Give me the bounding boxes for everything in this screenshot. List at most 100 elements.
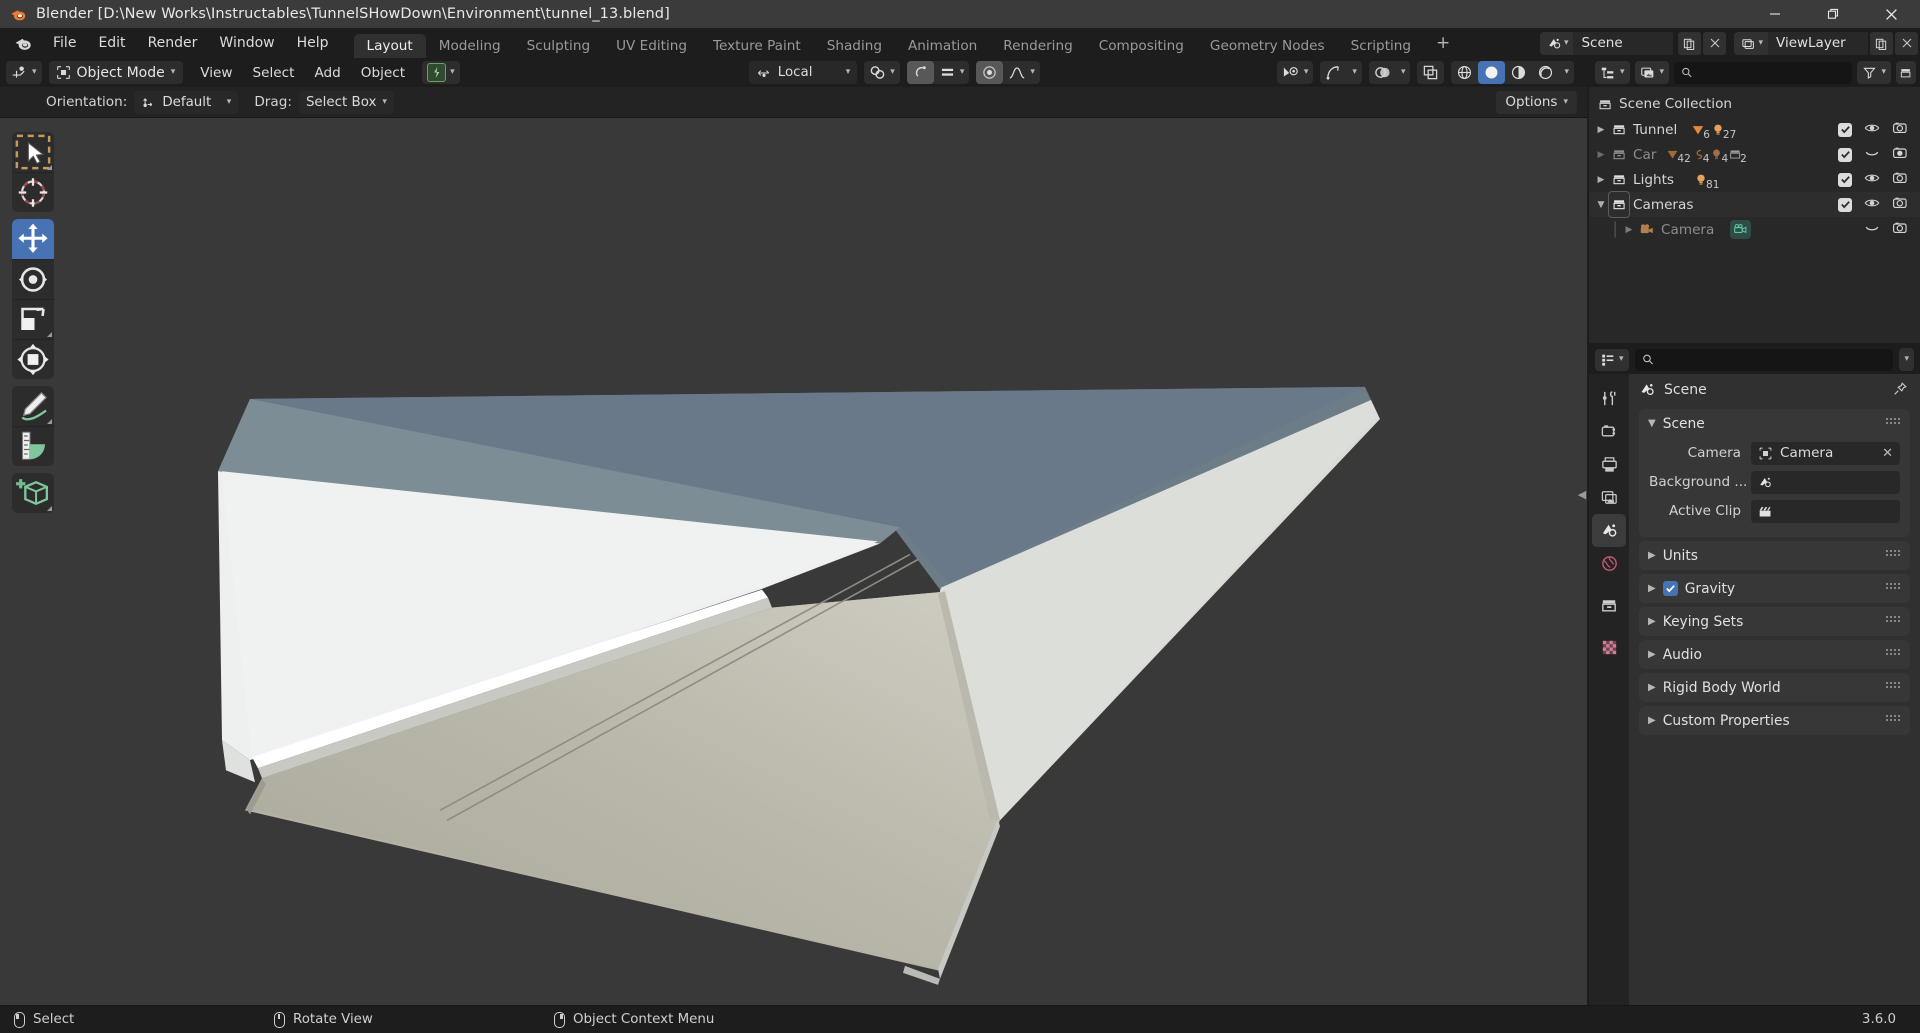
show-gizmo-icon[interactable] [1320,61,1347,84]
blender-menu-icon[interactable] [12,32,34,54]
object-mode-dropdown[interactable]: Object Mode ▾ [48,61,184,84]
outliner-row-car[interactable]: ▶ Car 42 4 4 2 [1589,142,1920,167]
panel-drag-grip[interactable] [1886,649,1900,655]
workspace-tab-scripting[interactable]: Scripting [1338,34,1424,58]
outliner-search-input[interactable] [1697,65,1846,80]
transform-orientation-group[interactable]: Local ▾ [748,61,858,84]
properties-editor-type-icon[interactable]: ▾ [1595,348,1629,371]
maximize-button[interactable] [1804,0,1862,28]
gravity-checkbox[interactable] [1662,581,1678,596]
menu-edit[interactable]: Edit [87,28,136,58]
outliner-row-lights[interactable]: ▶ Lights 81 [1589,167,1920,192]
tool-transform[interactable] [12,339,54,379]
proportional-shape-group[interactable]: ▾ [976,61,1040,84]
tool-rotate[interactable] [12,259,54,299]
panel-drag-grip[interactable] [1886,583,1900,589]
new-view-layer-button[interactable] [1870,31,1893,55]
workspace-tab-rendering[interactable]: Rendering [990,34,1085,58]
mode-extras-group[interactable]: ▾ [422,61,460,84]
tool-scale[interactable] [12,299,54,339]
outliner-row-camera-object[interactable]: │ ▶ Camera [1589,217,1920,242]
panel-drag-grip[interactable] [1886,616,1900,622]
panel-units-header[interactable]: ▶ Units [1639,541,1910,570]
checkbox-enable[interactable] [1838,122,1852,137]
view-layer-browse-button[interactable]: ▾ [1734,31,1768,55]
add-workspace-button[interactable]: + [1424,28,1462,58]
eye-closed-icon[interactable] [1864,145,1880,165]
viewport-shading-group[interactable]: ▾ [1451,61,1574,84]
panel-rigid-body-world-header[interactable]: ▶ Rigid Body World [1639,673,1910,702]
orientation-dropdown[interactable]: Default ▾ [134,90,239,114]
drag-dropdown[interactable]: Select Box ▾ [298,90,394,114]
camera-render-icon[interactable] [1892,195,1908,215]
tool-tweak-select[interactable] [12,132,54,172]
falloff-curve-icon[interactable]: ▾ [1003,61,1040,84]
editor-type-3dview-icon[interactable]: ▾ [6,61,42,84]
panel-scene-header[interactable]: ▼ Scene [1639,409,1910,438]
shading-material-preview-icon[interactable] [1505,61,1532,84]
properties-tab-view-layer[interactable] [1592,481,1626,514]
workspace-tab-animation[interactable]: Animation [895,34,990,58]
workspace-tab-uv-editing[interactable]: UV Editing [603,34,700,58]
panel-gravity-header[interactable]: ▶ Gravity [1639,574,1910,603]
tool-add-cube[interactable] [12,473,54,513]
eye-closed-icon[interactable] [1864,220,1880,240]
disclosure-triangle-icon[interactable]: ▶ [1593,117,1609,142]
properties-tab-scene[interactable] [1592,514,1626,547]
workspace-tab-compositing[interactable]: Compositing [1086,34,1197,58]
clear-camera-icon[interactable]: ✕ [1882,446,1893,461]
overlays-dropdown[interactable]: ▾ [1396,61,1411,84]
tool-annotate[interactable] [12,386,54,426]
properties-search-box[interactable] [1634,348,1894,371]
outliner-display-mode-icon[interactable]: ▾ [1634,61,1670,84]
tool-cursor[interactable] [12,172,54,212]
disclosure-triangle-icon[interactable]: ▼ [1593,192,1609,217]
viewport-menu-add[interactable]: Add [304,61,350,84]
close-button[interactable] [1862,0,1920,28]
minimize-button[interactable] [1746,0,1804,28]
eye-open-icon[interactable] [1864,120,1880,140]
scene-browse-button[interactable]: ▾ [1539,31,1574,55]
checkbox-enable[interactable] [1838,147,1852,162]
properties-tab-tool[interactable] [1592,382,1626,415]
checkbox-enable[interactable] [1838,197,1852,212]
overlays-group[interactable]: ▾ [1368,61,1411,84]
workspace-tab-modeling[interactable]: Modeling [426,34,514,58]
viewport-menu-object[interactable]: Object [351,61,415,84]
transform-orientation-dropdown[interactable]: Local ▾ [748,61,858,84]
remove-view-layer-button[interactable] [1895,31,1918,55]
disclosure-triangle-icon[interactable]: ▶ [1621,217,1637,242]
gizmo-group[interactable]: ▾ [1320,61,1362,84]
panel-drag-grip[interactable] [1886,715,1900,721]
interaction-mode-selector[interactable]: Object Mode ▾ [48,61,184,84]
viewport-3d-canvas[interactable]: ◀ [0,118,1587,1005]
properties-search-input[interactable] [1658,352,1887,367]
panel-custom-properties-header[interactable]: ▶ Custom Properties [1639,706,1910,735]
outliner-new-collection-icon[interactable] [1896,61,1916,84]
panel-drag-grip[interactable] [1886,682,1900,688]
camera-field[interactable]: Camera ✕ [1751,441,1900,465]
disclosure-triangle-icon[interactable]: ▶ [1593,142,1609,167]
workspace-tab-sculpting[interactable]: Sculpting [514,34,603,58]
object-visibility-group[interactable]: ▾ [1276,61,1314,84]
panel-keying-sets-header[interactable]: ▶ Keying Sets [1639,607,1910,636]
show-overlays-icon[interactable] [1369,61,1396,84]
properties-tab-world[interactable] [1592,547,1626,580]
properties-tab-output[interactable] [1592,448,1626,481]
editor-type-selector[interactable]: ▾ [6,61,42,84]
viewport-menu-view[interactable]: View [190,61,242,84]
proportional-center-icon[interactable] [976,61,1004,84]
proportional-editing-icon[interactable] [906,61,934,84]
snapping-group[interactable]: ▾ [864,61,900,84]
outliner-row-tunnel[interactable]: ▶ Tunnel 6 27 [1589,117,1920,142]
shading-rendered-icon[interactable] [1532,61,1559,84]
snap-magnet-icon[interactable]: ▾ [864,61,900,84]
properties-tab-collection[interactable] [1592,589,1626,622]
disclosure-triangle-icon[interactable]: ▶ [1593,167,1609,192]
shading-solid-icon[interactable] [1478,61,1506,84]
shading-dropdown[interactable]: ▾ [1559,61,1574,84]
panel-drag-grip[interactable] [1886,418,1900,424]
outliner-scene-collection-row[interactable]: Scene Collection [1589,91,1920,117]
shading-wireframe-icon[interactable] [1451,61,1478,84]
workspace-tab-geometry-nodes[interactable]: Geometry Nodes [1197,34,1338,58]
